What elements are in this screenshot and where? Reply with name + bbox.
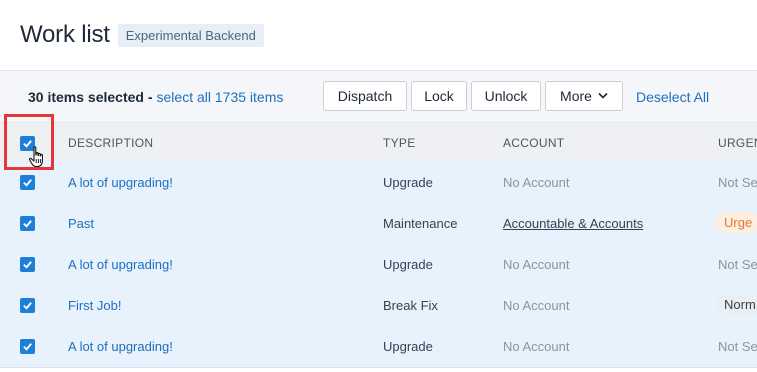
row-checkbox[interactable] — [20, 216, 35, 231]
check-icon — [23, 179, 32, 187]
row-description-link[interactable]: First Job! — [68, 298, 121, 313]
row-account: No Account — [503, 298, 570, 313]
urgency-badge: Urge — [716, 212, 757, 233]
urgency-badge: Norm — [716, 294, 757, 315]
row-type: Break Fix — [383, 298, 438, 313]
row-description-link[interactable]: Past — [68, 216, 94, 231]
select-all-link[interactable]: select all 1735 items — [157, 89, 284, 105]
page-title: Work list — [20, 21, 110, 48]
table-row[interactable]: A lot of upgrading! Upgrade No Account N… — [0, 326, 757, 368]
row-account: No Account — [503, 339, 570, 354]
check-icon — [23, 220, 32, 228]
selection-bar: 30 items selected - select all 1735 items… — [0, 70, 757, 123]
more-button-label: More — [560, 88, 592, 104]
table-row[interactable]: First Job! Break Fix No Account Norm — [0, 285, 757, 327]
row-checkbox[interactable] — [20, 298, 35, 313]
row-urgency: Not Se — [718, 257, 757, 272]
table-row[interactable]: A lot of upgrading! Upgrade No Account N… — [0, 244, 757, 286]
row-account: No Account — [503, 175, 570, 190]
deselect-all-link[interactable]: Deselect All — [636, 89, 709, 105]
row-account-link[interactable]: Accountable & Accounts — [503, 216, 643, 231]
row-description-link[interactable]: A lot of upgrading! — [68, 257, 173, 272]
lock-button[interactable]: Lock — [411, 81, 467, 111]
selected-count-text: 30 items selected - — [28, 89, 153, 105]
row-description-link[interactable]: A lot of upgrading! — [68, 339, 173, 354]
row-urgency: Not Se — [718, 175, 757, 190]
column-header-description[interactable]: DESCRIPTION — [68, 136, 153, 150]
dispatch-button[interactable]: Dispatch — [323, 81, 407, 111]
check-icon — [23, 140, 32, 148]
backend-badge: Experimental Backend — [117, 23, 264, 47]
table-row[interactable]: Past Maintenance Accountable & Accounts … — [0, 203, 757, 245]
check-icon — [23, 343, 32, 351]
select-all-checkbox[interactable] — [20, 136, 35, 151]
row-account: No Account — [503, 257, 570, 272]
more-dropdown-button[interactable]: More — [545, 81, 623, 111]
row-type: Upgrade — [383, 175, 433, 190]
row-checkbox[interactable] — [20, 257, 35, 272]
row-type: Upgrade — [383, 339, 433, 354]
table-header: DESCRIPTION TYPE ACCOUNT URGEN — [0, 122, 757, 164]
row-type: Maintenance — [383, 216, 458, 231]
column-header-urgency[interactable]: URGEN — [718, 136, 757, 150]
selection-summary: 30 items selected - select all 1735 items — [28, 89, 283, 105]
chevron-down-icon — [598, 91, 608, 102]
row-type: Upgrade — [383, 257, 433, 272]
check-icon — [23, 261, 32, 269]
row-checkbox[interactable] — [20, 339, 35, 354]
unlock-button[interactable]: Unlock — [471, 81, 541, 111]
table-row[interactable]: A lot of upgrading! Upgrade No Account N… — [0, 162, 757, 204]
page-header: Work list Experimental Backend — [20, 18, 264, 52]
column-header-account[interactable]: ACCOUNT — [503, 136, 564, 150]
row-checkbox[interactable] — [20, 175, 35, 190]
row-description-link[interactable]: A lot of upgrading! — [68, 175, 173, 190]
column-header-type[interactable]: TYPE — [383, 136, 416, 150]
row-urgency: Not Se — [718, 339, 757, 354]
check-icon — [23, 302, 32, 310]
